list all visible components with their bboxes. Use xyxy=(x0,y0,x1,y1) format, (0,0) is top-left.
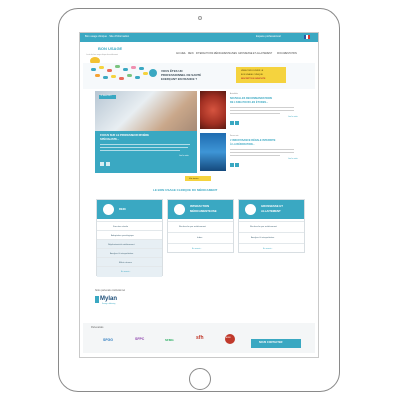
partner-logo-sfpc[interactable]: SFPC xyxy=(135,337,144,342)
partner-logo-ansm: ANSM xyxy=(226,338,231,339)
feature-title-2: SPÉCIALISTE... xyxy=(100,138,120,141)
card-link[interactable]: Effets rénaux xyxy=(97,257,162,266)
kidney-icon xyxy=(103,204,114,215)
top-bar-left-text: Bon usage clinique · Site d'information xyxy=(85,35,130,38)
card-pregnancy[interactable]: GROSSESSE ET ALLAITEMENT Recherche par m… xyxy=(238,199,305,253)
website-screen: Bon usage clinique · Site d'information … xyxy=(79,32,319,358)
card-more[interactable]: En savoir + xyxy=(239,243,304,254)
pro-space-link[interactable]: Espace professionnel xyxy=(256,35,281,39)
partner-name: Mylan xyxy=(100,296,118,302)
card-link[interactable]: Recherche par médicament xyxy=(239,221,304,230)
pill-icon xyxy=(103,76,108,79)
news-read-more[interactable]: Lire la suite xyxy=(288,116,298,119)
top-bar: Bon usage clinique · Site d'information … xyxy=(80,33,318,42)
card-link[interactable]: Adaptation posologique xyxy=(97,230,162,239)
news-read-more[interactable]: Lire la suite xyxy=(288,158,298,161)
facebook-icon[interactable] xyxy=(235,121,239,125)
news-title-2: DE L'EMA POUR LES ÉTUDES... xyxy=(230,101,269,104)
card-title-2: MÉDICAMENTEUSE xyxy=(190,208,217,213)
pill-icon xyxy=(99,66,104,69)
card-title: GROSSESSE ET xyxy=(261,204,283,208)
pill-icon xyxy=(95,74,100,77)
pill-icon xyxy=(135,76,140,79)
hero-cta-2: BON USAGE CLINIQUE xyxy=(241,73,263,76)
card-interaction[interactable]: INTERACTION MÉDICAMENTEUSE Recherche par… xyxy=(167,199,234,253)
twitter-icon[interactable] xyxy=(230,121,234,125)
hero-banner: VOUS ÊTES UN PROFESSIONNEL DE SANTÉ EXER… xyxy=(83,63,315,89)
ansm-logo[interactable]: ANSM xyxy=(225,334,235,344)
card-title: INTERACTION xyxy=(190,204,210,208)
pill-icon xyxy=(127,74,132,77)
card-link[interactable]: Analyse & interprétation xyxy=(239,232,304,241)
nav-item-documentation[interactable]: DOCUMENTATION xyxy=(277,53,297,55)
card-link[interactable]: Recherche par médicament xyxy=(168,221,233,230)
partnerships-heading: Partenariats xyxy=(91,327,104,329)
hero-title-3: EXERÇANT EN FRANCE ? xyxy=(161,77,198,81)
home-button[interactable] xyxy=(189,368,211,390)
news-item[interactable]: Actualités NOUVELLES RECOMMANDATIONS DE … xyxy=(200,91,302,129)
pill-icon xyxy=(119,77,124,80)
flag-icon[interactable] xyxy=(304,35,310,39)
nav-item-interactions[interactable]: INTERACTIONS MÉDICAMENTEUSES xyxy=(196,53,237,55)
twitter-icon[interactable] xyxy=(230,163,234,167)
partner-sub: Seeing is believing xyxy=(102,304,116,305)
nav-item-kidney[interactable]: REIN xyxy=(188,53,194,55)
logo-tagline: Le site du bon usage clinique du médicam… xyxy=(86,55,118,56)
partnerships-bar: Partenariats SFGG SFPC SFMG sfh ANSM xyxy=(83,323,315,353)
card-link[interactable]: Néphrotoxicité médicament xyxy=(97,239,162,248)
contact-button[interactable]: NOUS CONTACTER xyxy=(251,339,301,348)
hero-cta-button[interactable]: VENEZ DÉCOUVRIR LE BON USAGE CLINIQUE IN… xyxy=(236,67,286,83)
logo[interactable]: BON USAGE Le site du bon usage clinique … xyxy=(84,44,130,65)
feature-read-more[interactable]: Lire la suite xyxy=(179,155,189,158)
pill-icon xyxy=(143,72,148,75)
news-tag: Focus rein xyxy=(230,135,239,137)
section-title: LE BON USAGE CLINIQUE DU MÉDICAMENT xyxy=(153,188,218,192)
facebook-icon[interactable] xyxy=(235,163,239,167)
kidney-image xyxy=(200,91,226,129)
hero-cta-3: INSCRIPTION GRATUITE xyxy=(241,77,266,80)
pill-icon xyxy=(107,69,112,72)
twitter-icon[interactable] xyxy=(100,162,104,166)
pill-icon xyxy=(111,75,116,78)
pill-icon xyxy=(115,65,120,68)
mylan-mark-icon xyxy=(95,296,99,303)
pills-icon xyxy=(174,204,185,215)
nav-item-pregnancy[interactable]: GROSSESSE ET ALLAITEMENT xyxy=(238,53,272,55)
pill-icon xyxy=(131,66,136,69)
date-badge: 11 Mars 2019 xyxy=(99,95,116,99)
card-kidney[interactable]: REIN Fonction rénale Adaptation posologi… xyxy=(96,199,163,277)
card-link[interactable]: Analyse & interprétation xyxy=(97,248,162,257)
partner-logo-sfh[interactable]: sfh xyxy=(196,336,204,341)
nav-item-home[interactable]: ACCUEIL xyxy=(176,53,186,55)
card-more[interactable]: En savoir + xyxy=(168,243,233,254)
logo-brand: BON USAGE xyxy=(98,46,123,51)
card-more[interactable]: En savoir + xyxy=(97,266,162,277)
pill-icon xyxy=(139,67,144,70)
card-title-2: ALLAITEMENT xyxy=(261,208,281,213)
card-header: REIN xyxy=(97,200,162,219)
feature-overlay: FOCUS SUR LE PROFESSEUR RIVIÈRE SPÉCIALI… xyxy=(95,131,197,173)
card-header: GROSSESSE ET ALLAITEMENT xyxy=(239,200,304,219)
news-tag: Actualités xyxy=(230,93,238,95)
camera-icon xyxy=(198,16,202,20)
news-title-2: À LA RÉPARATION... xyxy=(230,143,255,146)
feature-article[interactable]: 11 Mars 2019 FOCUS SUR LE PROFESSEUR RIV… xyxy=(95,91,197,173)
card-link[interactable]: Index xyxy=(168,232,233,241)
partner-logo-sfgg[interactable]: SFGG xyxy=(103,338,113,343)
hero-cta-1: VENEZ DÉCOUVRIR LE xyxy=(241,70,264,72)
facebook-icon[interactable] xyxy=(106,162,110,166)
news-item[interactable]: Focus rein L'INSUFFISANCE RÉNALE INTERDI… xyxy=(200,133,302,171)
spine-image xyxy=(200,133,226,171)
card-title: REIN xyxy=(119,207,126,211)
card-link[interactable]: Fonction rénale xyxy=(97,221,162,230)
partner-heading: Notre partenaire institutionnel xyxy=(95,290,126,292)
card-header: INTERACTION MÉDICAMENTEUSE xyxy=(168,200,233,219)
pregnancy-icon xyxy=(245,204,256,215)
mylan-logo[interactable]: Mylan Seeing is believing xyxy=(95,295,125,311)
partner-logo-sfmg[interactable]: SFMG xyxy=(165,339,174,342)
pill-icon xyxy=(123,68,128,71)
see-all-button[interactable]: Voir toutes xyxy=(185,176,211,181)
pill-icon xyxy=(91,68,96,71)
kidney-badge-icon xyxy=(149,69,157,77)
